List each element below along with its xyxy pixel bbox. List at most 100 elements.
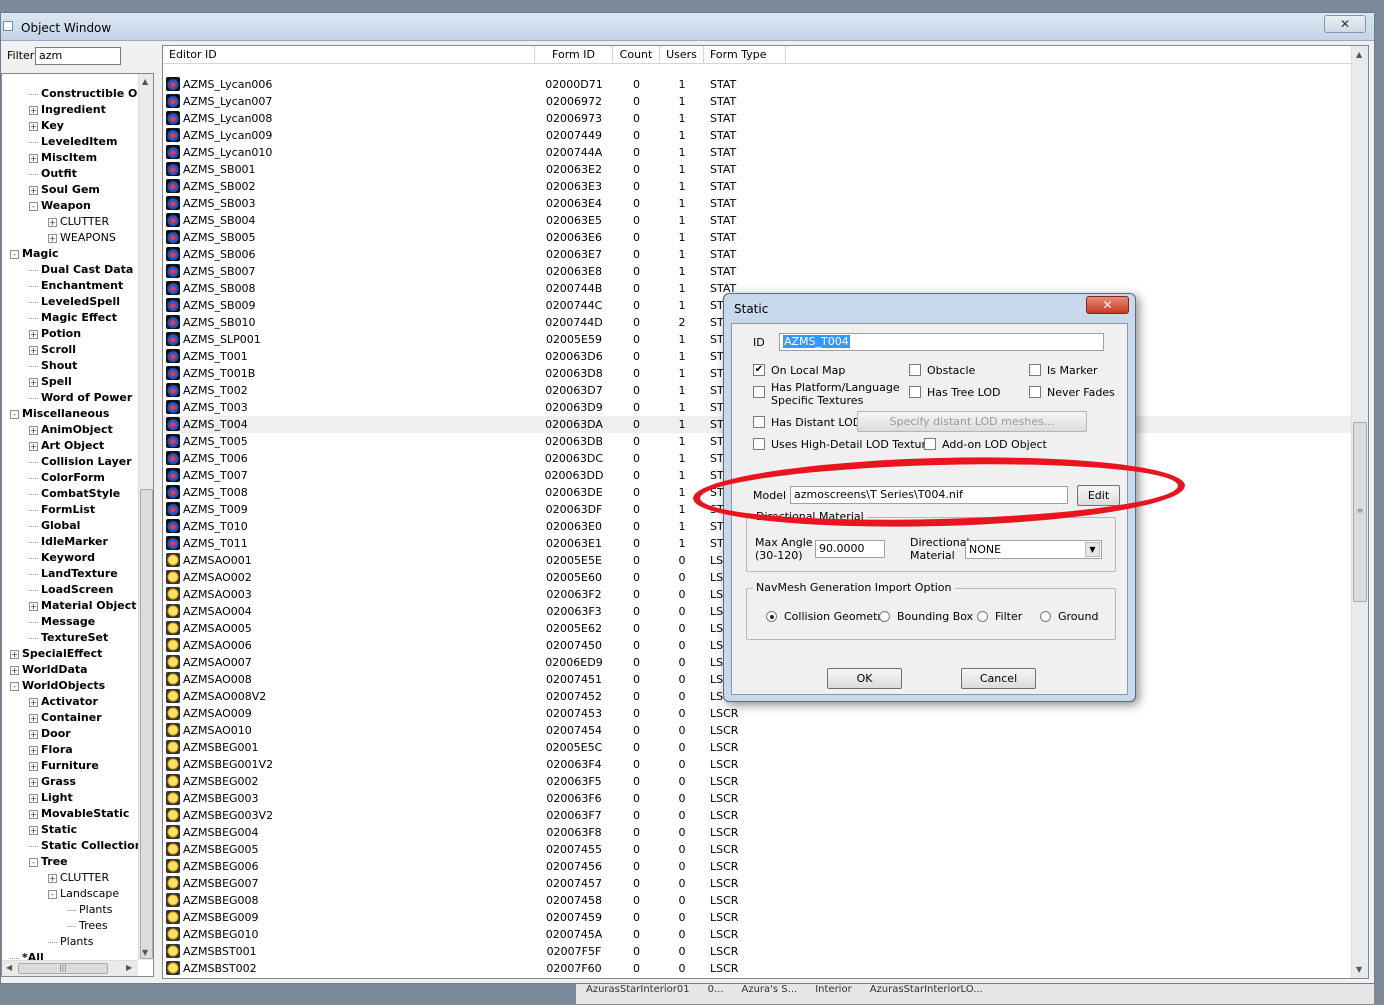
tree-item[interactable]: + AnimObject: [29, 422, 113, 438]
expand-plus-icon[interactable]: +: [29, 425, 38, 435]
tree-item[interactable]: Plants: [67, 902, 112, 918]
table-row[interactable]: AZMSBEG009 02007459 0 0 LSCR: [163, 909, 1353, 926]
tree-item[interactable]: Keyword: [29, 550, 95, 566]
tree-item[interactable]: LeveledItem: [29, 134, 117, 150]
expand-plus-icon[interactable]: +: [29, 153, 38, 163]
expand-plus-icon[interactable]: +: [29, 777, 38, 787]
table-row[interactable]: AZMSBEG003 020063F6 0 0 LSCR: [163, 790, 1353, 807]
tree-item[interactable]: Global: [29, 518, 80, 534]
tree-hscroll-thumb[interactable]: |||: [18, 963, 108, 974]
column-count[interactable]: Count: [613, 46, 660, 64]
column-form-type[interactable]: Form Type: [704, 46, 786, 64]
model-path-input[interactable]: azmoscreens\T Series\T004.nif: [790, 486, 1068, 504]
tree-item[interactable]: Enchantment: [29, 278, 123, 294]
table-row[interactable]: AZMSBEG001 02005E5C 0 0 LSCR: [163, 739, 1353, 756]
table-row[interactable]: AZMS_Lycan010 0200744A 0 1 STAT: [163, 144, 1353, 161]
tree-item[interactable]: Plants: [48, 934, 93, 950]
scroll-right-arrow-icon[interactable]: ▶: [126, 963, 132, 972]
filter-input[interactable]: azm: [35, 47, 121, 65]
tree-item[interactable]: Outfit: [29, 166, 77, 182]
expand-plus-icon[interactable]: +: [29, 713, 38, 723]
tree-item[interactable]: Message: [29, 614, 95, 630]
expand-plus-icon[interactable]: +: [29, 329, 38, 339]
addon-lod-checkbox[interactable]: [924, 438, 936, 450]
navmesh-radio-ground[interactable]: [1040, 611, 1051, 622]
tree-item[interactable]: + Light: [29, 790, 73, 806]
tree-item[interactable]: Magic Effect: [29, 310, 117, 326]
tree-item[interactable]: + Art Object: [29, 438, 104, 454]
table-row[interactable]: AZMSAO010 02007454 0 0 LSCR: [163, 722, 1353, 739]
table-row[interactable]: AZMSBEG003V2 020063F7 0 0 LSCR: [163, 807, 1353, 824]
tree-item[interactable]: Word of Power: [29, 390, 132, 406]
expand-plus-icon[interactable]: +: [29, 745, 38, 755]
tree-item[interactable]: - Weapon: [29, 198, 91, 214]
expand-plus-icon[interactable]: +: [10, 649, 19, 659]
never-fades-checkbox[interactable]: [1029, 386, 1041, 398]
table-row[interactable]: AZMSBEG010 0200745A 0 0 LSCR: [163, 926, 1353, 943]
scroll-left-arrow-icon[interactable]: ◀: [6, 963, 12, 972]
category-tree[interactable]: Constructible Ob + Ingredient + Key LeveledIt…: [1, 73, 154, 977]
table-row[interactable]: AZMSBST00302007F6100LSCR: [163, 977, 1353, 978]
expand-plus-icon[interactable]: +: [10, 665, 19, 675]
has-tree-lod-checkbox[interactable]: [909, 386, 921, 398]
expand-plus-icon[interactable]: +: [29, 825, 38, 835]
tree-item[interactable]: + MovableStatic: [29, 806, 129, 822]
tree-item[interactable]: + Static: [29, 822, 77, 838]
expand-plus-icon[interactable]: +: [29, 121, 38, 131]
close-button[interactable]: ✕: [1324, 15, 1366, 33]
table-row[interactable]: AZMSBEG005 02007455 0 0 LSCR: [163, 841, 1353, 858]
tree-item[interactable]: Trees: [67, 918, 108, 934]
table-row[interactable]: AZMSBEG001V2 020063F4 0 0 LSCR: [163, 756, 1353, 773]
scroll-down-arrow-icon[interactable]: ▼: [1356, 965, 1362, 974]
list-vertical-scrollbar[interactable]: ▲ ≡ ▼: [1351, 46, 1368, 978]
table-row[interactable]: AZMS_Lycan007 02006972 0 1 STAT: [163, 93, 1353, 110]
navmesh-radio-collision-geometry[interactable]: [766, 611, 777, 622]
tree-scroll-thumb[interactable]: [140, 489, 153, 959]
table-row[interactable]: AZMS_Lycan006 02000D71 0 1 STAT: [163, 76, 1353, 93]
column-form-id[interactable]: Form ID: [535, 46, 613, 64]
tree-item[interactable]: + Activator: [29, 694, 98, 710]
tree-item[interactable]: ColorForm: [29, 470, 105, 486]
has-platform-checkbox[interactable]: [753, 386, 765, 398]
tree-vertical-scrollbar[interactable]: ▲ ▼: [138, 74, 153, 960]
tree-item[interactable]: + Key: [29, 118, 64, 134]
tree-item[interactable]: + Potion: [29, 326, 81, 342]
column-users[interactable]: Users: [660, 46, 704, 64]
collapse-minus-icon[interactable]: -: [10, 409, 19, 419]
tree-item[interactable]: + CLUTTER: [48, 870, 109, 886]
tree-item[interactable]: - Magic: [10, 246, 59, 262]
tree-item[interactable]: Static Collection: [29, 838, 143, 854]
specify-lod-button[interactable]: Specify distant LOD meshes...: [857, 411, 1087, 432]
expand-plus-icon[interactable]: +: [29, 601, 38, 611]
tree-item[interactable]: + SpecialEffect: [10, 646, 102, 662]
tree-item[interactable]: FormList: [29, 502, 95, 518]
ok-button[interactable]: OK: [827, 668, 902, 689]
navmesh-radio-bounding-box[interactable]: [879, 611, 890, 622]
collapse-minus-icon[interactable]: -: [29, 857, 38, 867]
tree-item[interactable]: - WorldObjects: [10, 678, 105, 694]
tree-item[interactable]: + Material Object: [29, 598, 137, 614]
tree-item[interactable]: + Spell: [29, 374, 72, 390]
table-row[interactable]: AZMS_SB002 020063E3 0 1 STAT: [163, 178, 1353, 195]
table-row[interactable]: AZMSBEG002 020063F5 0 0 LSCR: [163, 773, 1353, 790]
table-row[interactable]: AZMS_Lycan008 02006973 0 1 STAT: [163, 110, 1353, 127]
tree-horizontal-scrollbar[interactable]: ◀ ||| ▶: [2, 960, 138, 976]
expand-plus-icon[interactable]: +: [29, 105, 38, 115]
tree-item[interactable]: - Landscape: [48, 886, 119, 902]
expand-plus-icon[interactable]: +: [48, 233, 57, 243]
collapse-minus-icon[interactable]: -: [29, 201, 38, 211]
table-row[interactable]: AZMS_SB007 020063E8 0 1 STAT: [163, 263, 1353, 280]
dialog-close-button[interactable]: ✕: [1086, 296, 1129, 314]
tree-item[interactable]: LeveledSpell: [29, 294, 120, 310]
expand-plus-icon[interactable]: +: [29, 809, 38, 819]
tree-item[interactable]: - Tree: [29, 854, 68, 870]
expand-plus-icon[interactable]: +: [48, 217, 57, 227]
expand-plus-icon[interactable]: +: [29, 441, 38, 451]
expand-plus-icon[interactable]: +: [48, 873, 57, 883]
tree-item[interactable]: - Miscellaneous: [10, 406, 109, 422]
tree-item[interactable]: + Ingredient: [29, 102, 106, 118]
collapse-minus-icon[interactable]: -: [10, 249, 19, 259]
cancel-button[interactable]: Cancel: [961, 668, 1036, 689]
on-local-map-checkbox[interactable]: ✔: [753, 364, 765, 376]
chevron-down-icon[interactable]: ▼: [1085, 542, 1100, 557]
